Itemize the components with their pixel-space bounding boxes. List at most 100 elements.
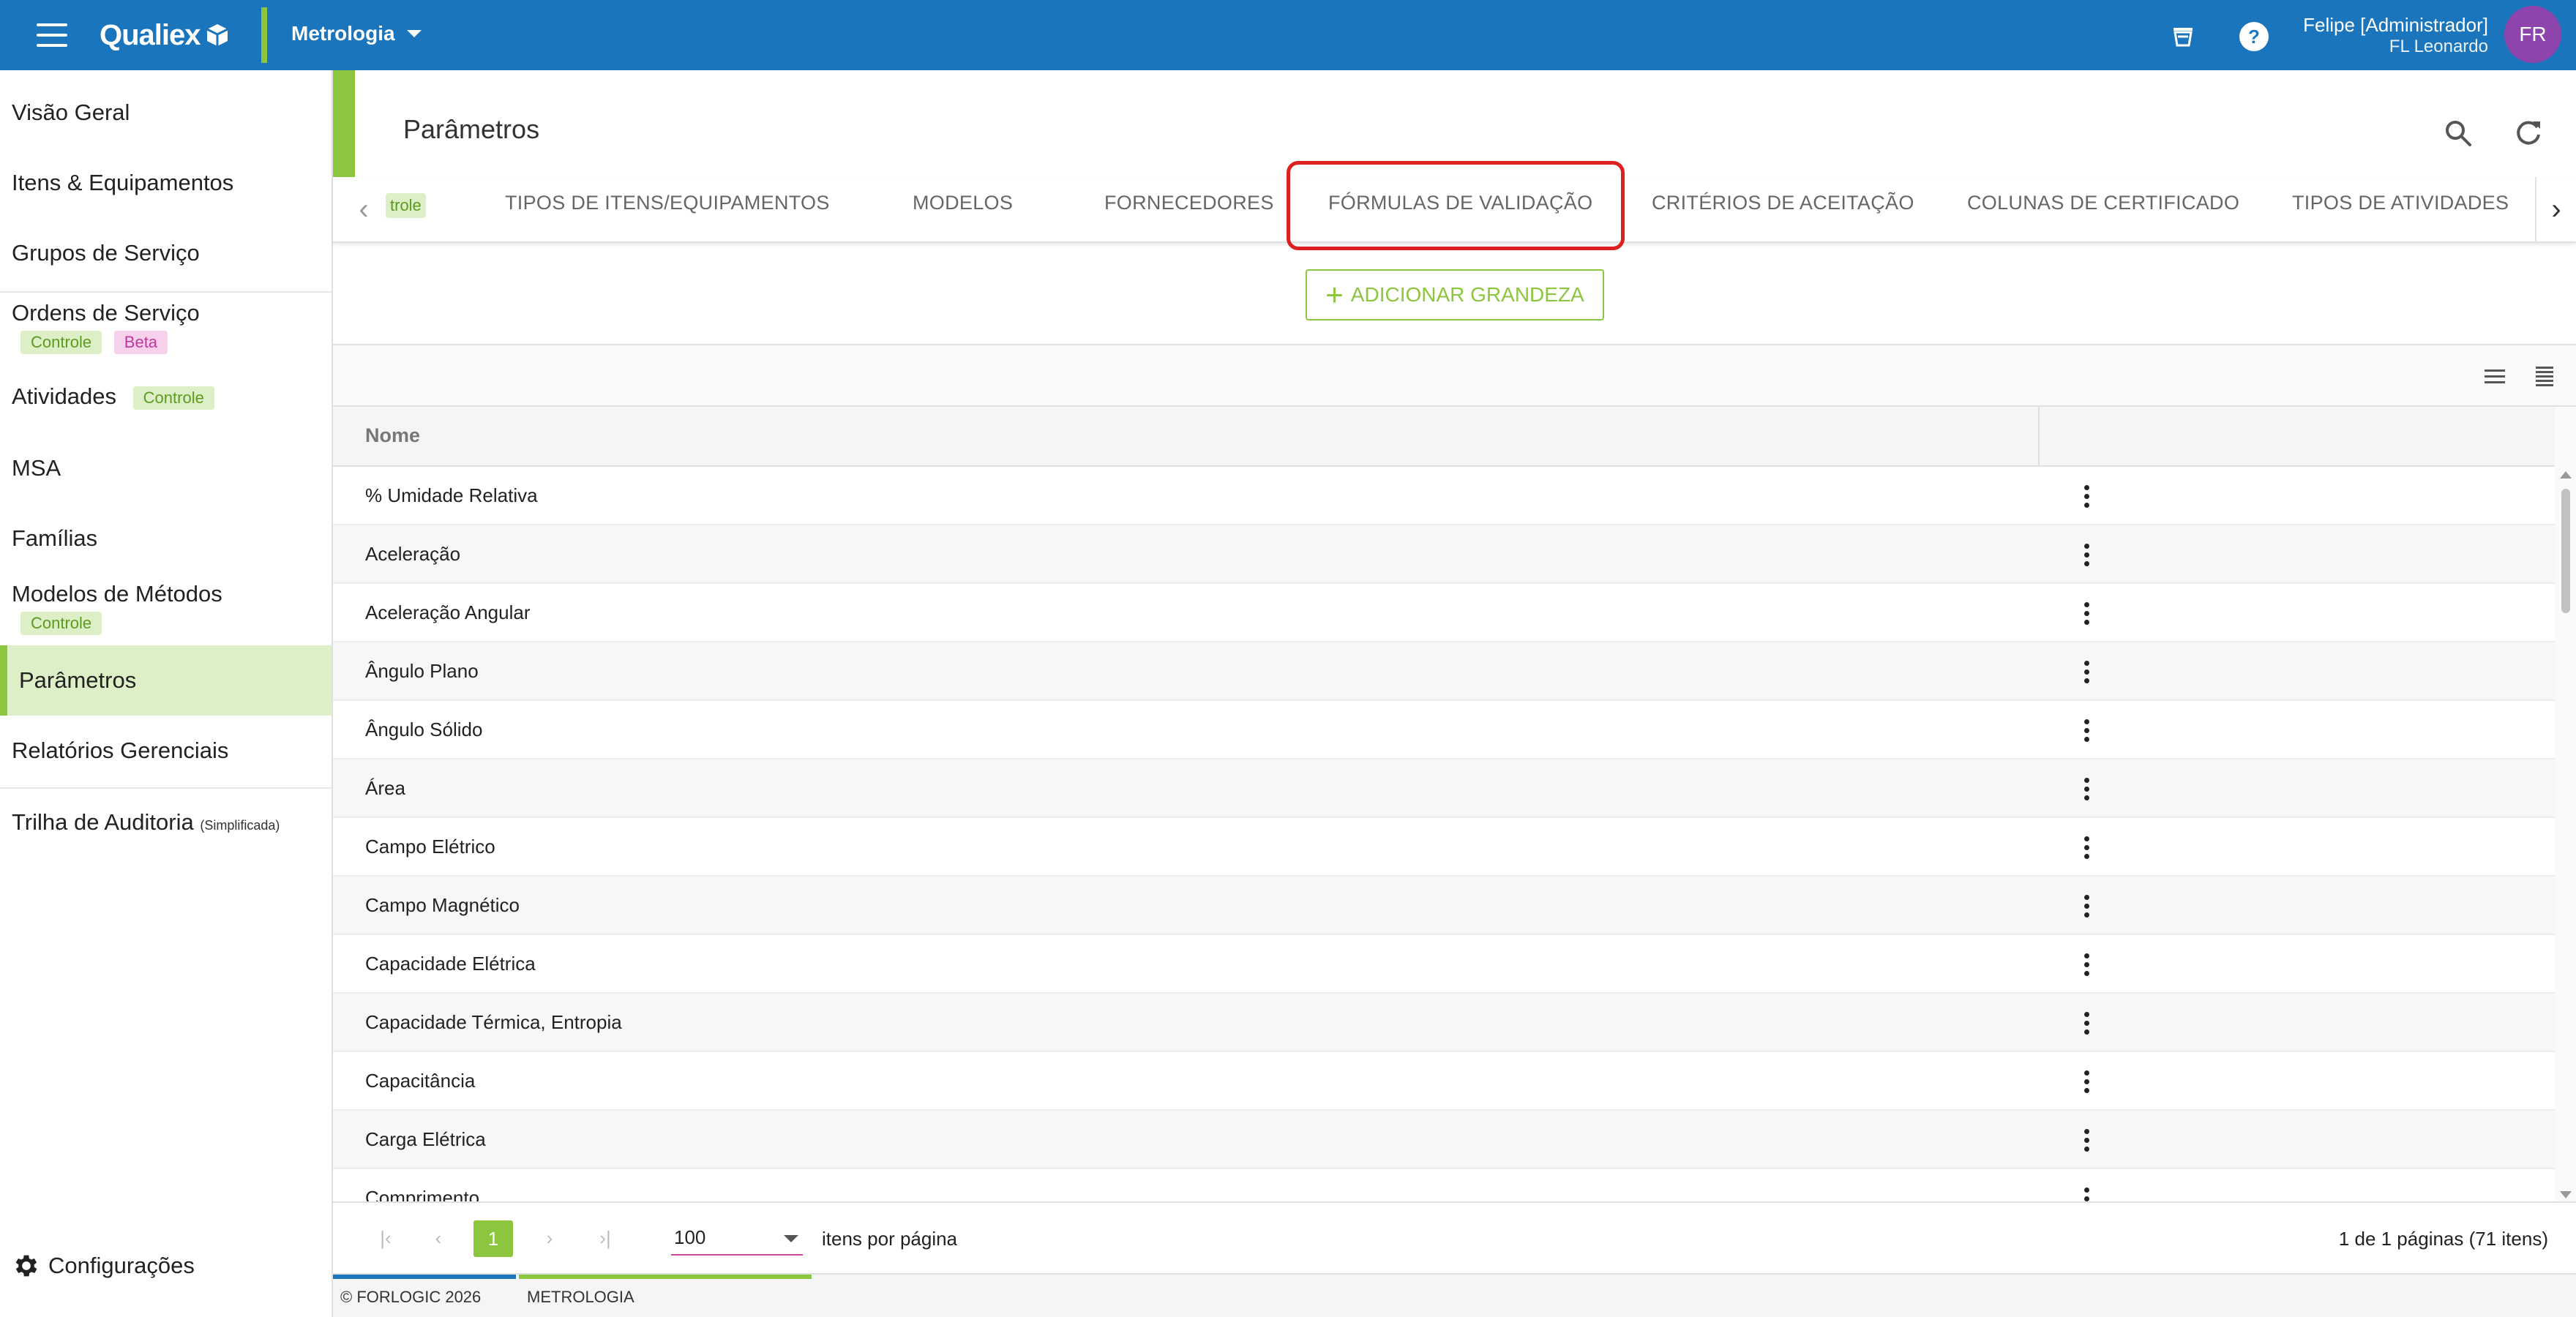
tab-colunas-certificado[interactable]: COLUNAS DE CERTIFICADO — [1967, 192, 2239, 214]
table-row[interactable]: Capacitância — [333, 1052, 2555, 1111]
more-vert-icon[interactable] — [2072, 1007, 2101, 1039]
plus-icon: + — [1325, 277, 1344, 312]
sidebar-item-modelos-metodos[interactable]: Modelos de Métodos Controle — [0, 581, 332, 635]
table-row[interactable]: % Umidade Relativa — [333, 467, 2555, 525]
gear-icon — [15, 1255, 37, 1277]
table-row[interactable]: Carga Elétrica — [333, 1111, 2555, 1169]
row-name: Aceleração — [365, 543, 461, 565]
sidebar-item-relatorios[interactable]: Relatórios Gerenciais — [0, 738, 332, 764]
row-name: Área — [365, 777, 405, 799]
sidebar-item-label: Modelos de Métodos — [12, 581, 222, 607]
sidebar-item-grupos-servico[interactable]: Grupos de Serviço — [0, 240, 332, 266]
previous-page-icon[interactable]: ‹ — [424, 1223, 453, 1253]
add-grandeza-label: ADICIONAR GRANDEZA — [1350, 283, 1584, 306]
more-vert-icon[interactable] — [2072, 597, 2101, 629]
status-badge: Controle — [132, 386, 214, 410]
coffee-cup-icon[interactable] — [2168, 20, 2200, 53]
sidebar-item-familias[interactable]: Famílias — [0, 525, 332, 552]
page-size-label: itens por página — [822, 1228, 958, 1250]
tab-tipos-atividades[interactable]: TIPOS DE ATIVIDADES — [2292, 192, 2509, 214]
more-vert-icon[interactable] — [2072, 539, 2101, 571]
sidebar-item-ordens-servico[interactable]: Ordens de Serviço Controle Beta — [0, 300, 332, 354]
tab-modelos[interactable]: MODELOS — [913, 192, 1013, 214]
table-row[interactable]: Aceleração — [333, 525, 2555, 584]
next-page-icon[interactable]: › — [535, 1223, 564, 1253]
dense-view-icon[interactable] — [2531, 363, 2558, 389]
more-vert-icon[interactable] — [2072, 480, 2101, 512]
grid-body: % Umidade Relativa Aceleração Aceleração A… — [333, 467, 2555, 1203]
scrollbar[interactable] — [2555, 467, 2576, 1203]
more-vert-icon[interactable] — [2072, 1065, 2101, 1098]
module-selector[interactable]: Metrologia — [291, 22, 422, 45]
sidebar-item-atividades[interactable]: Atividades Controle — [0, 383, 332, 410]
first-page-icon[interactable]: |‹ — [371, 1223, 400, 1253]
topbar-divider — [261, 7, 267, 63]
avatar[interactable]: FR — [2504, 6, 2561, 63]
page-size-value: 100 — [674, 1226, 706, 1248]
current-page[interactable]: 1 — [473, 1220, 513, 1257]
user-info[interactable]: Felipe [Administrador] FL Leonardo — [2303, 13, 2488, 57]
more-vert-icon[interactable] — [2072, 831, 2101, 863]
tab-tipos-itens[interactable]: TIPOS DE ITENS/EQUIPAMENTOS — [505, 192, 830, 214]
tabs-scroll-right-icon[interactable]: › — [2535, 177, 2576, 241]
sidebar-item-label: Atividades — [12, 383, 117, 409]
help-icon[interactable]: ? — [2238, 20, 2270, 53]
more-vert-icon[interactable] — [2072, 773, 2101, 805]
table-row[interactable]: Campo Magnético — [333, 877, 2555, 935]
sidebar: Visão Geral Itens & Equipamentos Grupos … — [0, 70, 333, 1317]
table-row[interactable]: Área — [333, 759, 2555, 818]
sidebar-item-label: Grupos de Serviço — [12, 240, 200, 266]
sidebar-item-visao-geral[interactable]: Visão Geral — [0, 100, 332, 126]
table-row[interactable]: Campo Elétrico — [333, 818, 2555, 877]
sidebar-item-itens-equipamentos[interactable]: Itens & Equipamentos — [0, 170, 332, 196]
refresh-icon[interactable] — [2511, 116, 2546, 151]
chevron-down-icon — [784, 1235, 798, 1242]
module-label: Metrologia — [291, 22, 395, 45]
add-grandeza-button[interactable]: + ADICIONAR GRANDEZA — [1306, 269, 1604, 320]
menu-icon[interactable] — [37, 23, 67, 47]
last-page-icon[interactable]: ›| — [591, 1223, 620, 1253]
sidebar-item-sublabel: (Simplificada) — [200, 818, 280, 833]
search-icon[interactable] — [2441, 116, 2476, 151]
table-row[interactable]: Comprimento — [333, 1169, 2555, 1203]
sidebar-item-trilha-auditoria[interactable]: Trilha de Auditoria (Simplificada) — [0, 809, 332, 836]
tab-controle-partial[interactable]: trole — [386, 193, 426, 218]
more-vert-icon[interactable] — [2072, 1182, 2101, 1203]
brand-logo[interactable]: Qualiex — [100, 18, 230, 53]
tab-highlight-annotation — [1287, 161, 1625, 250]
scroll-down-icon[interactable] — [2560, 1191, 2572, 1198]
table-row[interactable]: Ângulo Plano — [333, 642, 2555, 701]
table-row[interactable]: Ângulo Sólido — [333, 701, 2555, 759]
top-bar: Qualiex Metrologia ? Felipe [Administrad… — [0, 0, 2576, 70]
page-size-select[interactable]: 100 — [671, 1219, 803, 1256]
footer: © FORLOGIC 2026 METROLOGIA — [333, 1273, 2576, 1317]
more-vert-icon[interactable] — [2072, 714, 2101, 746]
settings-link[interactable]: Configurações — [12, 1251, 195, 1280]
table-row[interactable]: Aceleração Angular — [333, 584, 2555, 642]
sidebar-item-parametros[interactable]: Parâmetros — [0, 645, 332, 716]
row-name: Comprimento — [365, 1187, 480, 1203]
sidebar-item-label: Visão Geral — [12, 100, 130, 125]
more-vert-icon[interactable] — [2072, 656, 2101, 688]
compact-view-icon[interactable] — [2482, 363, 2508, 389]
table-row[interactable]: Capacidade Elétrica — [333, 935, 2555, 994]
column-divider — [2038, 407, 2040, 467]
table-row[interactable]: Capacidade Térmica, Entropia — [333, 994, 2555, 1052]
data-grid: Nome % Umidade Relativa Aceleração Acelera… — [333, 344, 2576, 1273]
sidebar-item-msa[interactable]: MSA — [0, 455, 332, 481]
tab-criterios-aceitacao[interactable]: CRITÉRIOS DE ACEITAÇÃO — [1652, 192, 1914, 214]
more-vert-icon[interactable] — [2072, 890, 2101, 922]
scrollbar-thumb[interactable] — [2561, 489, 2570, 613]
main-content: Parâmetros ‹ trole TIPOS DE ITENS/EQUIPA… — [333, 70, 2576, 1317]
brand-cube-icon — [206, 24, 228, 46]
sidebar-item-label: Famílias — [12, 525, 98, 551]
more-vert-icon[interactable] — [2072, 948, 2101, 980]
more-vert-icon[interactable] — [2072, 1124, 2101, 1156]
tab-fornecedores[interactable]: FORNECEDORES — [1104, 192, 1274, 214]
brand-name: Qualiex — [100, 18, 201, 51]
scroll-up-icon[interactable] — [2560, 471, 2572, 479]
tabs-scroll-left-icon[interactable]: ‹ — [343, 177, 384, 241]
column-header-nome[interactable]: Nome — [365, 424, 420, 447]
status-badge: Beta — [113, 330, 168, 354]
settings-label: Configurações — [48, 1253, 195, 1278]
